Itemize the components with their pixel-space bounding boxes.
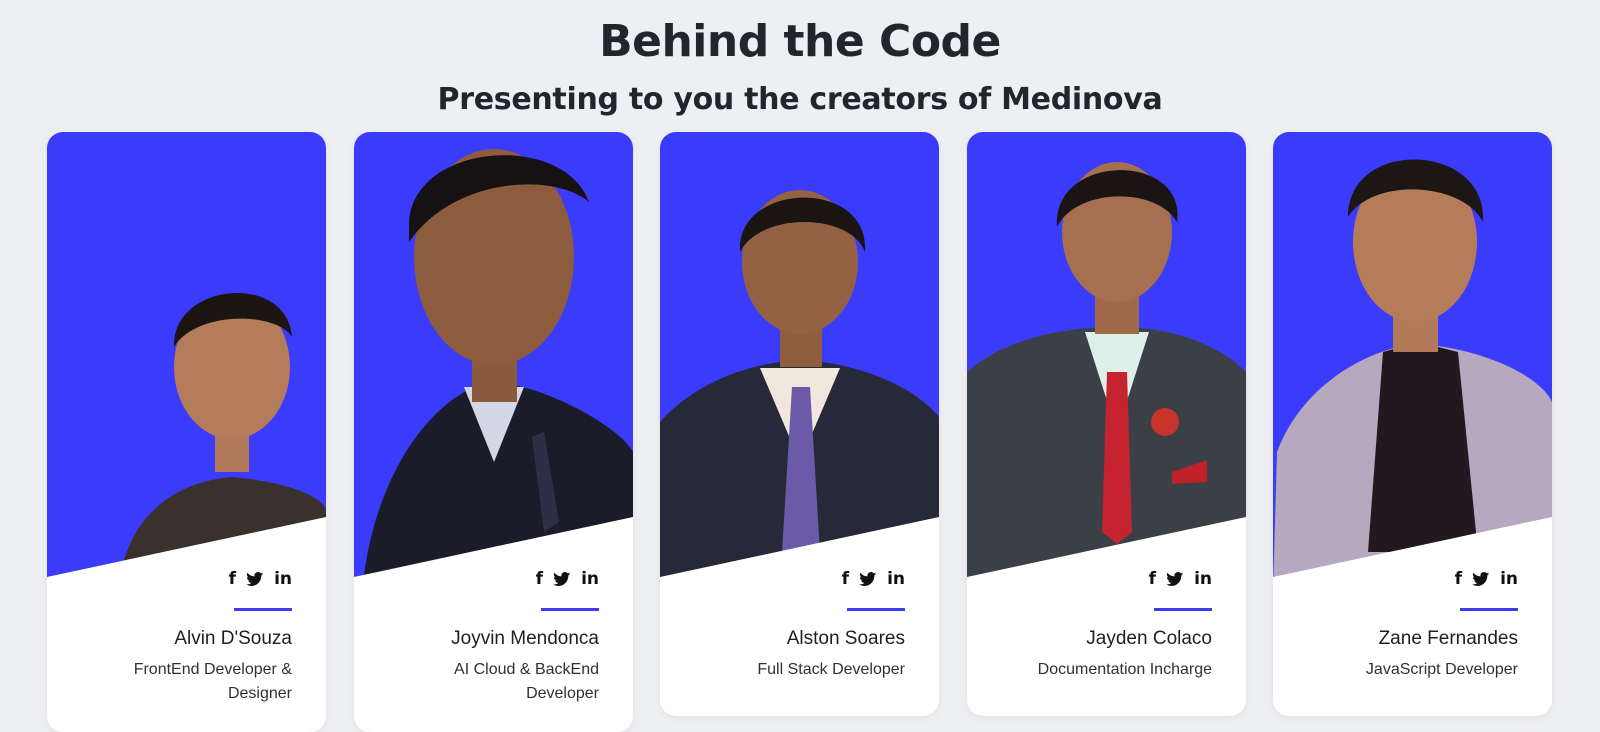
linkedin-icon[interactable]: in (1500, 571, 1518, 588)
member-photo (967, 132, 1246, 592)
member-role: JavaScript Developer (1365, 661, 1518, 678)
linkedin-icon[interactable]: in (274, 571, 292, 588)
team-card: f in Alston Soares Full Stack Developer (660, 132, 939, 716)
member-role: FrontEnd Developer & Designer (133, 661, 292, 702)
facebook-icon[interactable]: f (229, 571, 236, 588)
member-photo (47, 132, 326, 592)
member-role: Documentation Incharge (1037, 661, 1212, 678)
facebook-icon[interactable]: f (536, 571, 543, 588)
member-role: Full Stack Developer (757, 661, 905, 678)
member-name: Alston Soares (786, 628, 905, 649)
linkedin-icon[interactable]: in (581, 571, 599, 588)
page-subtitle: Presenting to you the creators of Medino… (437, 82, 1163, 117)
team-card: f in Alvin D'Souza FrontEnd Developer & … (47, 132, 326, 732)
member-name: Alvin D'Souza (174, 628, 292, 649)
team-card: f in Joyvin Mendonca AI Cloud & BackEnd … (354, 132, 633, 732)
twitter-icon[interactable] (246, 572, 264, 587)
twitter-icon[interactable] (1166, 572, 1184, 587)
twitter-icon[interactable] (553, 572, 571, 587)
name-underline (847, 608, 905, 611)
facebook-icon[interactable]: f (1149, 571, 1156, 588)
member-photo (354, 132, 633, 592)
facebook-icon[interactable]: f (1455, 571, 1462, 588)
member-photo (660, 132, 939, 592)
twitter-icon[interactable] (859, 572, 877, 587)
team-card: f in Jayden Colaco Documentation Incharg… (967, 132, 1246, 716)
name-underline (1460, 608, 1518, 611)
name-underline (234, 608, 292, 611)
member-name: Zane Fernandes (1378, 628, 1518, 649)
member-role: AI Cloud & BackEnd Developer (454, 661, 599, 702)
name-underline (1154, 608, 1212, 611)
member-name: Jayden Colaco (1086, 628, 1212, 649)
member-name: Joyvin Mendonca (451, 628, 599, 649)
name-underline (541, 608, 599, 611)
page-title: Behind the Code (599, 16, 1001, 67)
team-card: f in Zane Fernandes JavaScript Developer (1273, 132, 1552, 716)
facebook-icon[interactable]: f (842, 571, 849, 588)
member-photo (1273, 132, 1552, 592)
twitter-icon[interactable] (1472, 572, 1490, 587)
linkedin-icon[interactable]: in (1194, 571, 1212, 588)
linkedin-icon[interactable]: in (887, 571, 905, 588)
